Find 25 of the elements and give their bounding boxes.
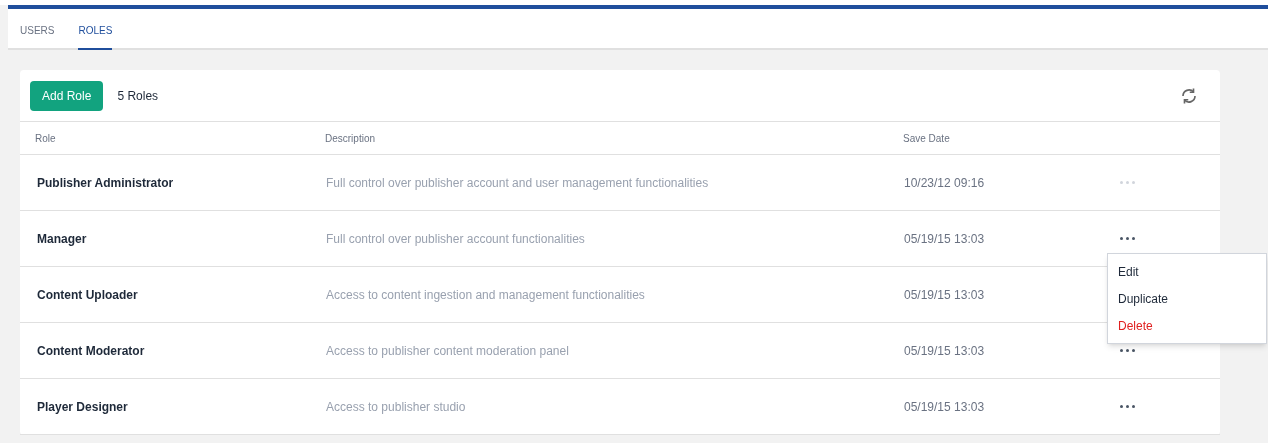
- role-description: Full control over publisher account and user management functionalities: [326, 174, 710, 192]
- role-name: Player Designer: [36, 398, 129, 416]
- role-description: Access to publisher content moderation panel: [326, 342, 570, 360]
- column-header: Description: [325, 131, 377, 146]
- role-description: Access to content ingestion and management functionalities: [326, 286, 646, 304]
- tab[interactable]: USERS: [20, 23, 55, 50]
- save-date: 05/19/15 13:03: [904, 342, 986, 360]
- menu-item[interactable]: Delete: [1108, 312, 1266, 339]
- save-date: 05/19/15 13:03: [904, 230, 986, 248]
- tab[interactable]: ROLES: [78, 23, 113, 50]
- role-description: Access to publisher studio: [326, 398, 467, 416]
- save-date: 10/23/12 09:16: [904, 174, 986, 192]
- refresh-icon[interactable]: [1180, 86, 1198, 105]
- menu-item[interactable]: Duplicate: [1108, 285, 1266, 312]
- save-date: 05/19/15 13:03: [904, 398, 986, 416]
- column-header: Save Date: [903, 131, 951, 146]
- role-name: Content Uploader: [36, 286, 139, 304]
- role-name: Publisher Administrator: [36, 174, 175, 192]
- role-name: Content Moderator: [36, 342, 146, 360]
- role-count: 5 Roles: [117, 87, 159, 105]
- column-header: Role: [34, 131, 57, 146]
- role-description: Full control over publisher account functionalities: [326, 230, 586, 248]
- role-name: Manager: [36, 230, 88, 248]
- save-date: 05/19/15 13:03: [904, 286, 986, 304]
- menu-item[interactable]: Edit: [1108, 258, 1266, 285]
